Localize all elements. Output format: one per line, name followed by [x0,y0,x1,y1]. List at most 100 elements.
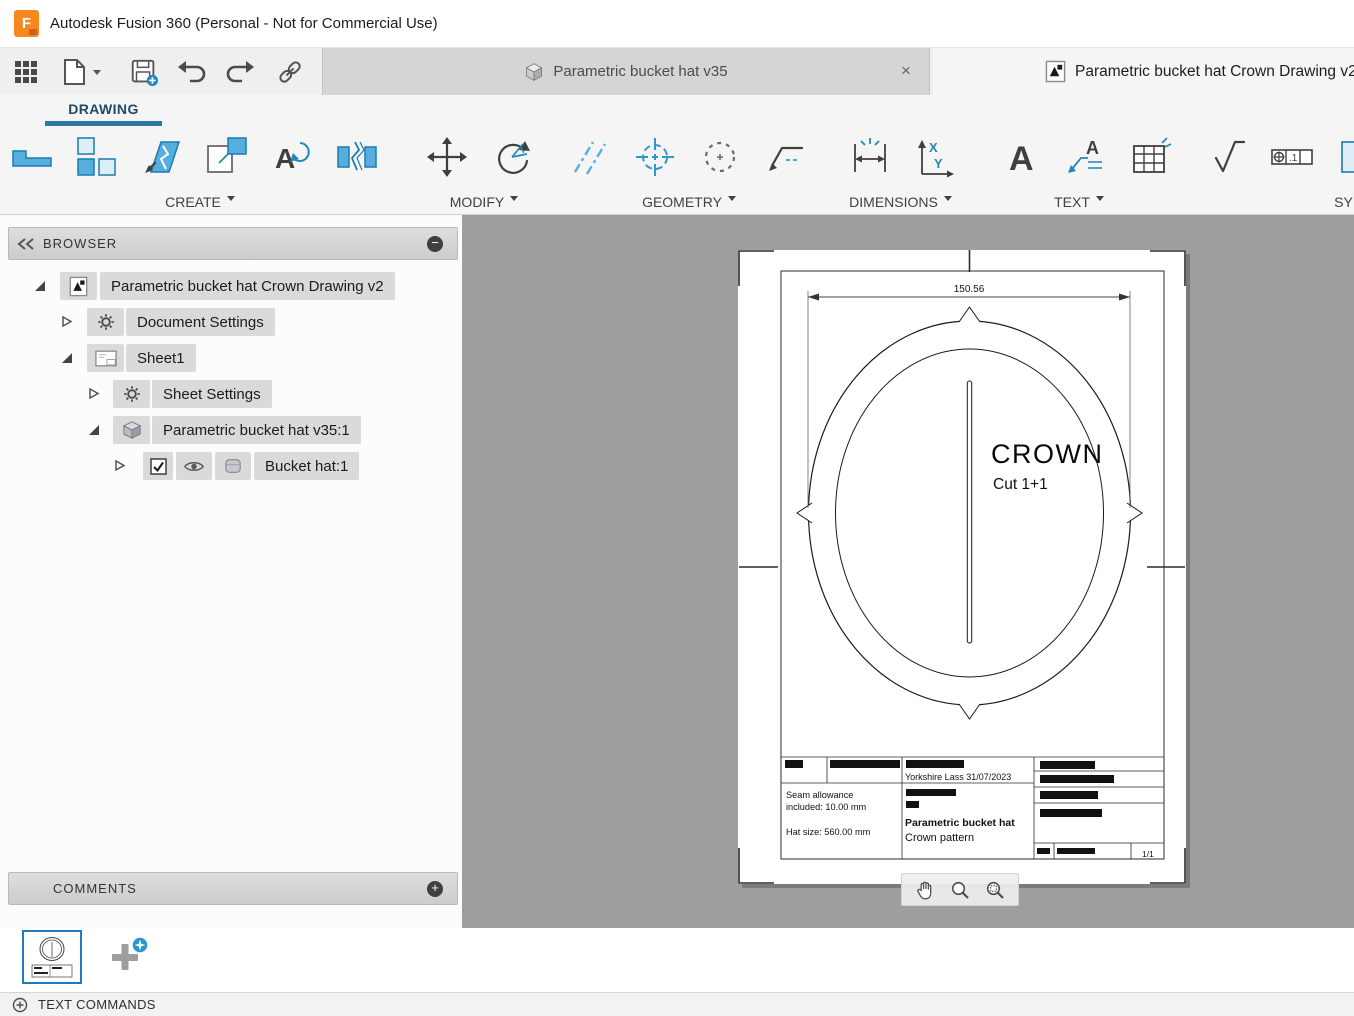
tree-item-label[interactable]: Document Settings [126,308,275,336]
leader-text-button[interactable]: A [1063,133,1111,181]
chevron-down-icon [727,196,736,205]
break-view-button[interactable] [333,133,381,181]
sketch-circle-button[interactable] [696,133,744,181]
sketch-text-button[interactable]: A [268,133,316,181]
tab-parametric-bucket-hat-v35[interactable]: Parametric bucket hat v35 × [322,48,930,95]
feature-control-frame-button[interactable]: .1 [1268,133,1316,181]
browser-title: BROWSER [43,236,118,251]
sheet1-thumbnail[interactable] [22,930,82,984]
expanded-arrow-icon[interactable] [33,279,46,292]
ribbon-group-modify: MODIFY [415,127,553,215]
tree-item-label[interactable]: Parametric bucket hat v35:1 [152,416,361,444]
create-menu[interactable]: CREATE [0,194,400,210]
ribbon-group-symbols: .1 SYMBOLS [1195,127,1354,215]
crown-label: CROWN [991,439,1103,469]
sheet-tab-bar [0,928,1354,992]
title-block-note3: Hat size: 560.00 mm [786,827,871,837]
tree-item-label[interactable]: Sheet1 [126,344,196,372]
base-view-button[interactable] [8,133,56,181]
geometry-menu[interactable]: GEOMETRY [558,194,820,210]
zoom-window-icon[interactable] [983,878,1007,902]
title-block-part-name: Parametric bucket hat [905,817,1015,829]
datum-identifier-button[interactable] [1333,133,1354,181]
tab-label: Parametric bucket hat v35 [553,63,728,80]
title-block-author: Yorkshire Lass 31/07/2023 [905,772,1011,782]
file-menu-icon[interactable] [58,56,90,88]
centerline-button[interactable] [566,133,614,181]
comments-header[interactable]: COMMENTS + [8,872,458,905]
chevron-down-icon [226,196,235,205]
edge-leader-button[interactable] [761,133,809,181]
sheet-paper [738,250,1186,884]
ribbon-groups: A CREATE MODIFY GEOMETRY X Y DIMENSIONS … [0,127,1354,215]
browser-header[interactable]: BROWSER − [8,227,458,260]
quick-access-toolbar: Parametric bucket hat v35 × Parametric b… [0,48,1354,95]
undo-icon[interactable] [176,56,208,88]
dimension-value: 150.56 [954,284,985,295]
text-menu[interactable]: TEXT [990,194,1168,210]
ribbon: DRAWING A CREATE MODIFY GEOMETRY X Y DIM… [0,95,1354,215]
center-mark-button[interactable] [631,133,679,181]
svg-text:A: A [1086,138,1099,158]
title-block-drawing-name: Crown pattern [905,832,974,844]
collapsed-arrow-icon[interactable] [113,459,126,472]
sheet-icon [87,344,124,372]
title-block-note2: included: 10.00 mm [786,802,867,812]
pan-icon[interactable] [913,878,937,902]
expand-text-commands-icon[interactable] [12,997,28,1013]
title-bar: F Autodesk Fusion 360 (Personal - Not fo… [0,0,1354,48]
collapsed-arrow-icon[interactable] [60,315,73,328]
model-cube-icon [526,62,543,81]
save-icon[interactable] [128,56,160,88]
detail-view-button[interactable] [203,133,251,181]
svg-text:X: X [929,140,938,155]
status-bar: TEXT COMMANDS [0,992,1354,1016]
text-commands-label[interactable]: TEXT COMMANDS [38,997,156,1012]
workspace-tab-drawing[interactable]: DRAWING [45,101,162,117]
svg-text:.1: .1 [1289,153,1298,164]
collapsed-arrow-icon[interactable] [87,387,100,400]
share-link-icon[interactable] [274,56,306,88]
dimension-button[interactable] [846,133,894,181]
visibility-checkbox[interactable] [143,452,173,480]
tree-item-label[interactable]: Parametric bucket hat Crown Drawing v2 [100,272,395,300]
plus-circle-icon[interactable]: + [427,881,443,897]
section-view-button[interactable] [138,133,186,181]
close-icon[interactable]: × [895,60,917,82]
expanded-arrow-icon[interactable] [60,351,73,364]
tree-item-label[interactable]: Sheet Settings [152,380,272,408]
collapse-panel-icon[interactable] [17,237,35,250]
app-launcher-grid-icon[interactable] [10,56,42,88]
ribbon-group-text: A A TEXT [990,127,1172,215]
svg-text:Y: Y [934,156,943,171]
minus-circle-icon[interactable]: − [427,236,443,252]
file-menu-caret-icon[interactable] [93,70,101,79]
expanded-arrow-icon[interactable] [87,423,100,436]
surface-texture-button[interactable] [1203,133,1251,181]
ribbon-group-create: A CREATE [0,127,400,215]
text-button[interactable]: A [998,133,1046,181]
redo-icon[interactable] [224,56,256,88]
fusion-logo-icon: F [14,10,39,37]
tab-parametric-bucket-hat-crown-drawing[interactable]: Parametric bucket hat Crown Drawing v2 [933,48,1354,95]
symbols-menu[interactable]: SYMBOLS [1195,194,1354,210]
app-title: Autodesk Fusion 360 (Personal - Not for … [50,15,438,32]
modify-menu[interactable]: MODIFY [415,194,553,210]
chevron-down-icon [943,196,952,205]
tree-item-label[interactable]: Bucket hat:1 [254,452,360,480]
move-button[interactable] [423,133,471,181]
center-slit [966,380,973,644]
tab-label: Parametric bucket hat Crown Drawing v2 [1075,62,1354,80]
cut-label: Cut 1+1 [993,476,1048,493]
rotate-button[interactable] [488,133,536,181]
eye-icon[interactable] [176,452,212,480]
dimensions-menu[interactable]: DIMENSIONS [838,194,963,210]
table-button[interactable] [1128,133,1176,181]
new-sheet-button[interactable] [104,936,150,980]
navigation-toolbar [901,873,1019,906]
ribbon-group-geometry: GEOMETRY [558,127,820,215]
ordinate-dimension-button[interactable]: X Y [911,133,959,181]
drawing-doc-icon [1045,60,1066,83]
projected-view-button[interactable] [73,133,121,181]
zoom-icon[interactable] [948,878,972,902]
